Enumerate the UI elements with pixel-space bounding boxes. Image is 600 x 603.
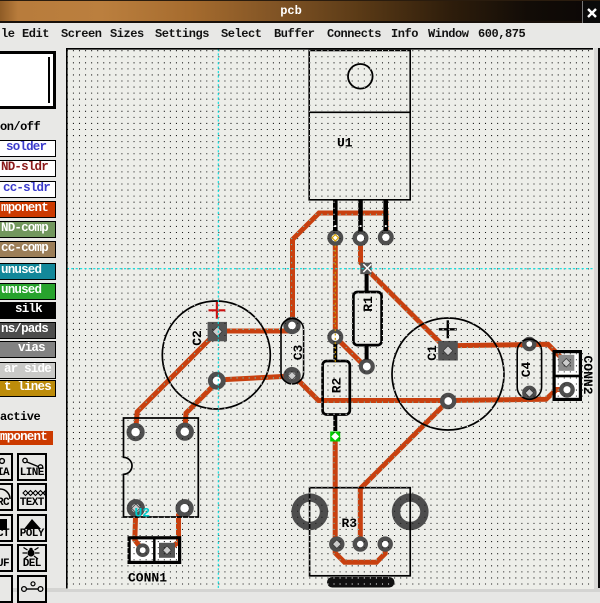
- svg-text:CONN1: CONN1: [128, 570, 167, 585]
- svg-text:C2: C2: [190, 330, 205, 346]
- svg-text:C4: C4: [519, 361, 534, 377]
- svg-text:C1: C1: [425, 345, 440, 361]
- svg-text:R2: R2: [330, 377, 345, 393]
- svg-text:U1: U1: [337, 135, 353, 150]
- svg-text:CONN2: CONN2: [580, 355, 594, 394]
- svg-text:U2: U2: [135, 505, 151, 520]
- svg-text:R3: R3: [342, 516, 358, 531]
- svg-text:C3: C3: [291, 344, 306, 360]
- svg-text:R1: R1: [361, 296, 376, 312]
